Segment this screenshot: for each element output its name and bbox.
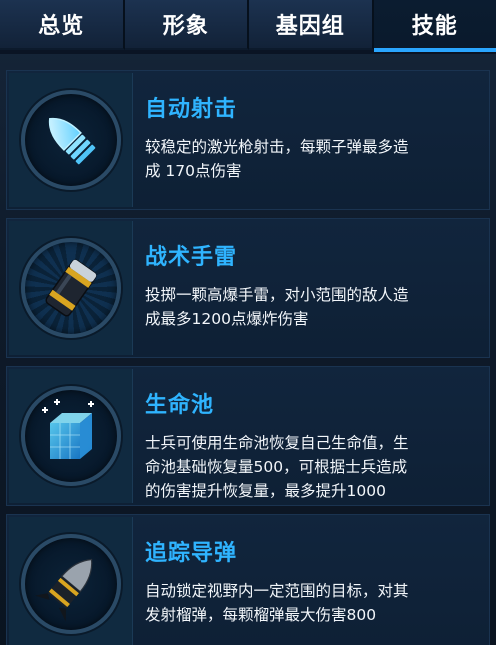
- bullet-icon: [20, 90, 121, 190]
- skill-list: 自动射击 较稳定的激光枪射击，每颗子弹最多造 成 170点伤害 战术手雷 投掷一…: [6, 70, 490, 645]
- tab-appearance[interactable]: 形象: [124, 0, 249, 50]
- tab-genome-label: 基因组: [275, 14, 345, 39]
- skill-desc-line: 较稳定的激光枪射击，每颗子弹最多造: [145, 138, 409, 156]
- tab-skills-label: 技能: [411, 14, 458, 39]
- grenade-icon: [20, 238, 121, 338]
- missile-icon: [20, 534, 121, 634]
- skill-desc-line: 发射榴弹，每颗榴弹最大伤害800: [145, 606, 377, 624]
- skill-card-auto-fire[interactable]: 自动射击 较稳定的激光枪射击，每颗子弹最多造 成 170点伤害: [6, 70, 490, 210]
- health-cube-icon: [20, 386, 121, 486]
- skill-title: 战术手雷: [145, 245, 238, 270]
- skill-description: 士兵可使用生命池恢复自己生命值，生 命池基础恢复量500，可根据士兵造成 的伤害…: [145, 431, 485, 503]
- tab-genome[interactable]: 基因组: [249, 0, 374, 50]
- skill-title: 追踪导弹: [145, 541, 238, 566]
- skill-card-tracking-missile[interactable]: 追踪导弹 自动锁定视野内一定范围的目标，对其 发射榴弹，每颗榴弹最大伤害800: [6, 514, 490, 645]
- skill-icon-frame: [9, 221, 133, 355]
- skill-icon-frame: [9, 369, 133, 503]
- skill-description: 较稳定的激光枪射击，每颗子弹最多造 成 170点伤害: [145, 135, 485, 183]
- skill-desc-line: 的伤害提升恢复量，最多提升1000: [145, 482, 386, 500]
- skill-title: 生命池: [145, 393, 215, 418]
- skill-title: 自动射击: [145, 97, 238, 122]
- tab-skills[interactable]: 技能: [373, 0, 496, 52]
- skill-description: 自动锁定视野内一定范围的目标，对其 发射榴弹，每颗榴弹最大伤害800: [145, 579, 485, 627]
- tab-appearance-label: 形象: [162, 14, 209, 39]
- skill-card-tactical-grenade[interactable]: 战术手雷 投掷一颗高爆手雷，对小范围的敌人造 成最多1200点爆炸伤害: [6, 218, 490, 358]
- skill-description: 投掷一颗高爆手雷，对小范围的敌人造 成最多1200点爆炸伤害: [145, 283, 485, 331]
- skill-icon-frame: [9, 73, 133, 207]
- skills-screen: 总览 形象 基因组 技能 自动射击 较稳定的激光枪射击，每颗子弹最多造 成 17…: [0, 0, 496, 645]
- skill-desc-line: 自动锁定视野内一定范围的目标，对其: [145, 582, 409, 600]
- skill-desc-line: 投掷一颗高爆手雷，对小范围的敌人造: [145, 286, 409, 304]
- skill-desc-line: 成最多1200点爆炸伤害: [145, 310, 309, 328]
- tab-overview[interactable]: 总览: [0, 0, 125, 50]
- skill-desc-line: 命池基础恢复量500，可根据士兵造成: [145, 458, 408, 476]
- skill-desc-line: 成 170点伤害: [145, 162, 242, 180]
- tab-bar: 总览 形象 基因组 技能: [0, 0, 496, 54]
- skill-icon-frame: [9, 517, 133, 645]
- tab-overview-label: 总览: [38, 14, 85, 39]
- skill-card-health-pool[interactable]: 生命池 士兵可使用生命池恢复自己生命值，生 命池基础恢复量500，可根据士兵造成…: [6, 366, 490, 506]
- skill-desc-line: 士兵可使用生命池恢复自己生命值，生: [145, 434, 409, 452]
